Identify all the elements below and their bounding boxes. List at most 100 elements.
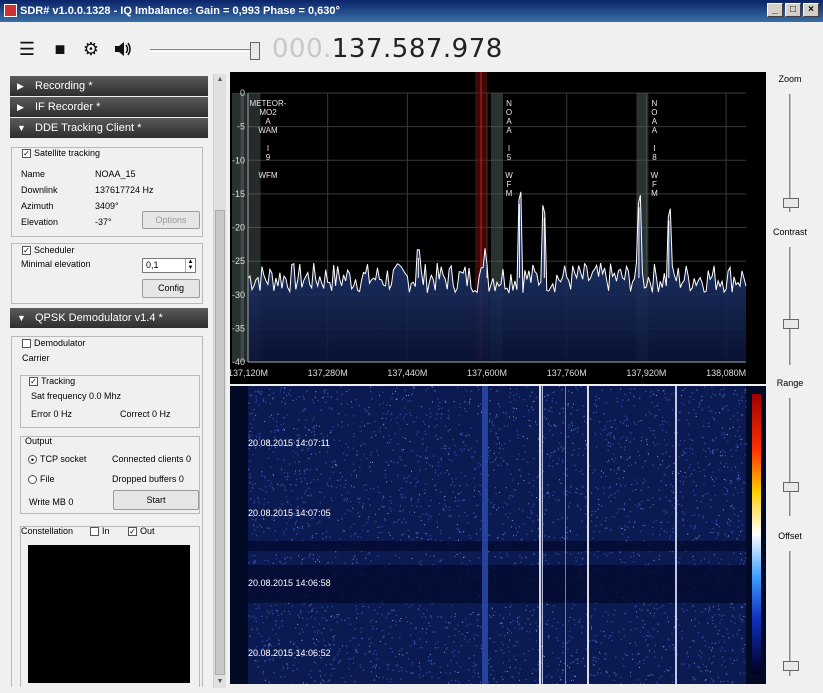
in-label: In [102, 526, 110, 536]
scheduler-checkbox[interactable]: ✓ Scheduler [22, 245, 75, 256]
tcp-socket-label: TCP socket [40, 454, 87, 464]
contrast-label: Contrast [772, 227, 807, 237]
left-panel-scrollbar[interactable]: ▲ ▼ [213, 74, 226, 688]
unchecked-box-icon [90, 527, 99, 537]
volume-slider-thumb[interactable] [250, 42, 260, 60]
name-value: NOAA_15 [95, 169, 136, 179]
recording-panel-title: Recording * [35, 80, 93, 92]
qpsk-panel-title: QPSK Demodulator v1.4 * [35, 312, 163, 324]
unchecked-box-icon [22, 339, 31, 349]
spectrum-analyzer[interactable]: 0 -5 -10 -15 -20 -25 -30 -35 -40 137,120M 137,280M… [230, 72, 766, 384]
if-recorder-panel-title: IF Recorder * [35, 101, 101, 113]
if-recorder-panel-header[interactable]: ▶ IF Recorder * [10, 97, 208, 117]
radio-unselected-icon [28, 475, 37, 485]
speaker-icon[interactable] [113, 40, 133, 58]
constellation-plot [28, 545, 190, 683]
correct-label: Correct 0 Hz [120, 409, 171, 419]
offset-slider[interactable] [783, 551, 799, 676]
options-button[interactable]: Options [142, 211, 200, 229]
range-slider-thumb[interactable] [783, 482, 799, 492]
dropped-buffers-label: Dropped buffers 0 [112, 474, 184, 484]
scrollbar-thumb[interactable] [215, 210, 225, 675]
waterfall-signal-trace [542, 386, 543, 684]
waterfall-signal-trace [482, 386, 488, 684]
minimize-button[interactable]: _ [767, 3, 783, 17]
waterfall-background [248, 386, 746, 684]
dde-tracking-panel-title: DDE Tracking Client * [35, 122, 142, 134]
elevation-label: Elevation [21, 217, 59, 227]
output-group: Output • TCP socket Connected clients 0 F… [20, 436, 200, 514]
channel-marker-label: NOAA I8 WFM [651, 99, 659, 198]
start-button[interactable]: Start [113, 490, 199, 510]
connected-clients-label: Connected clients 0 [112, 454, 192, 464]
recording-panel-header[interactable]: ▶ Recording * [10, 76, 208, 96]
waterfall-dropout-band [248, 541, 746, 551]
demodulator-checkbox[interactable]: Demodulator [22, 338, 86, 349]
y-tick-label: -25 [232, 256, 245, 266]
menu-icon[interactable]: ☰ [17, 40, 37, 58]
dde-tracking-panel-header[interactable]: ▼ DDE Tracking Client * [10, 118, 208, 138]
out-checkbox[interactable]: ✓ Out [128, 526, 155, 537]
toolbar: ☰ ■ ⚙ 000.137.587.978 [0, 22, 823, 74]
satellite-tracking-checkbox[interactable]: ✓ Satellite tracking [22, 148, 101, 159]
zoom-slider[interactable] [783, 94, 799, 212]
range-slider[interactable] [783, 398, 799, 516]
error-label: Error 0 Hz [31, 409, 73, 419]
tcp-socket-radio[interactable]: • TCP socket [28, 454, 87, 465]
waterfall-timestamp: 20.08.2015 14:07:11 [248, 438, 330, 448]
y-tick-label: -30 [232, 290, 245, 300]
x-tick-label: 137,920M [626, 368, 666, 378]
scroll-up-icon[interactable]: ▲ [214, 74, 226, 86]
output-label: Output [25, 436, 53, 446]
contrast-slider[interactable] [783, 247, 799, 365]
app-icon [4, 4, 17, 17]
frequency-value: 137.587.978 [331, 34, 503, 64]
left-panel: ▶ Recording * ▶ IF Recorder * ▼ DDE Trackin… [10, 72, 208, 687]
file-radio[interactable]: File [28, 474, 55, 485]
close-button[interactable]: × [803, 3, 819, 17]
tracking-checkbox[interactable]: ✓ Tracking [29, 376, 75, 387]
qpsk-panel-header[interactable]: ▼ QPSK Demodulator v1.4 * [10, 308, 208, 328]
constellation-group: Constellation In ✓ Out [20, 526, 200, 687]
stop-icon[interactable]: ■ [50, 40, 70, 58]
frequency-display[interactable]: 000.137.587.978 [272, 34, 503, 64]
contrast-slider-thumb[interactable] [783, 319, 799, 329]
x-tick-label: 137,600M [467, 368, 507, 378]
waterfall-signal-trace [675, 386, 677, 684]
y-tick-label: -15 [232, 189, 245, 199]
waterfall-signal-trace [539, 386, 542, 684]
waterfall-chart: 20.08.2015 14:07:11 20.08.2015 14:07:05 20… [248, 386, 761, 684]
azimuth-label: Azimuth [21, 201, 54, 211]
azimuth-value: 3409° [95, 201, 119, 211]
right-panel: Zoom Contrast Range Offset [770, 72, 810, 684]
scroll-down-icon[interactable]: ▼ [214, 676, 226, 688]
maximize-button[interactable]: □ [785, 3, 801, 17]
waterfall-color-scale [752, 394, 761, 674]
in-checkbox[interactable]: In [90, 526, 110, 537]
offset-slider-thumb[interactable] [783, 661, 799, 671]
waterfall-timestamp: 20.08.2015 14:06:58 [248, 578, 331, 588]
carrier-label: Carrier [22, 353, 50, 363]
gear-icon[interactable]: ⚙ [81, 40, 101, 58]
volume-slider[interactable] [150, 42, 262, 60]
check-icon: ✓ [29, 377, 38, 387]
title-bar: SDR# v1.0.0.1328 - IQ Imbalance: Gain = … [0, 0, 823, 22]
tracking-group: ✓ Tracking Sat frequency 0.0 Mhz Error 0 … [20, 375, 200, 428]
downlink-label: Downlink [21, 185, 58, 195]
config-button[interactable]: Config [142, 279, 200, 298]
satellite-tracking-label: Satellite tracking [34, 148, 101, 158]
spin-arrows-icon[interactable]: ▲ ▼ [185, 259, 195, 272]
range-label: Range [776, 378, 804, 388]
x-tick-label: 137,120M [230, 368, 268, 378]
minimal-elevation-input[interactable]: 0,1 ▲ ▼ [142, 258, 196, 273]
name-label: Name [21, 169, 46, 179]
channel-marker-label: NOAA I5 WFM [505, 99, 513, 198]
out-label: Out [140, 526, 155, 536]
x-tick-label: 137,280M [308, 368, 348, 378]
zoom-slider-thumb[interactable] [783, 198, 799, 208]
scheduler-group: ✓ Scheduler Minimal elevation 0,1 ▲ ▼ Conf… [11, 243, 203, 304]
waterfall-display[interactable]: 20.08.2015 14:07:11 20.08.2015 14:07:05 20… [230, 386, 766, 684]
waterfall-timestamp: 20.08.2015 14:07:05 [248, 508, 331, 518]
waterfall-timestamp: 20.08.2015 14:06:52 [248, 648, 331, 658]
spectrum-chart: 0 -5 -10 -15 -20 -25 -30 -35 -40137,120M 137,280M… [230, 72, 747, 378]
